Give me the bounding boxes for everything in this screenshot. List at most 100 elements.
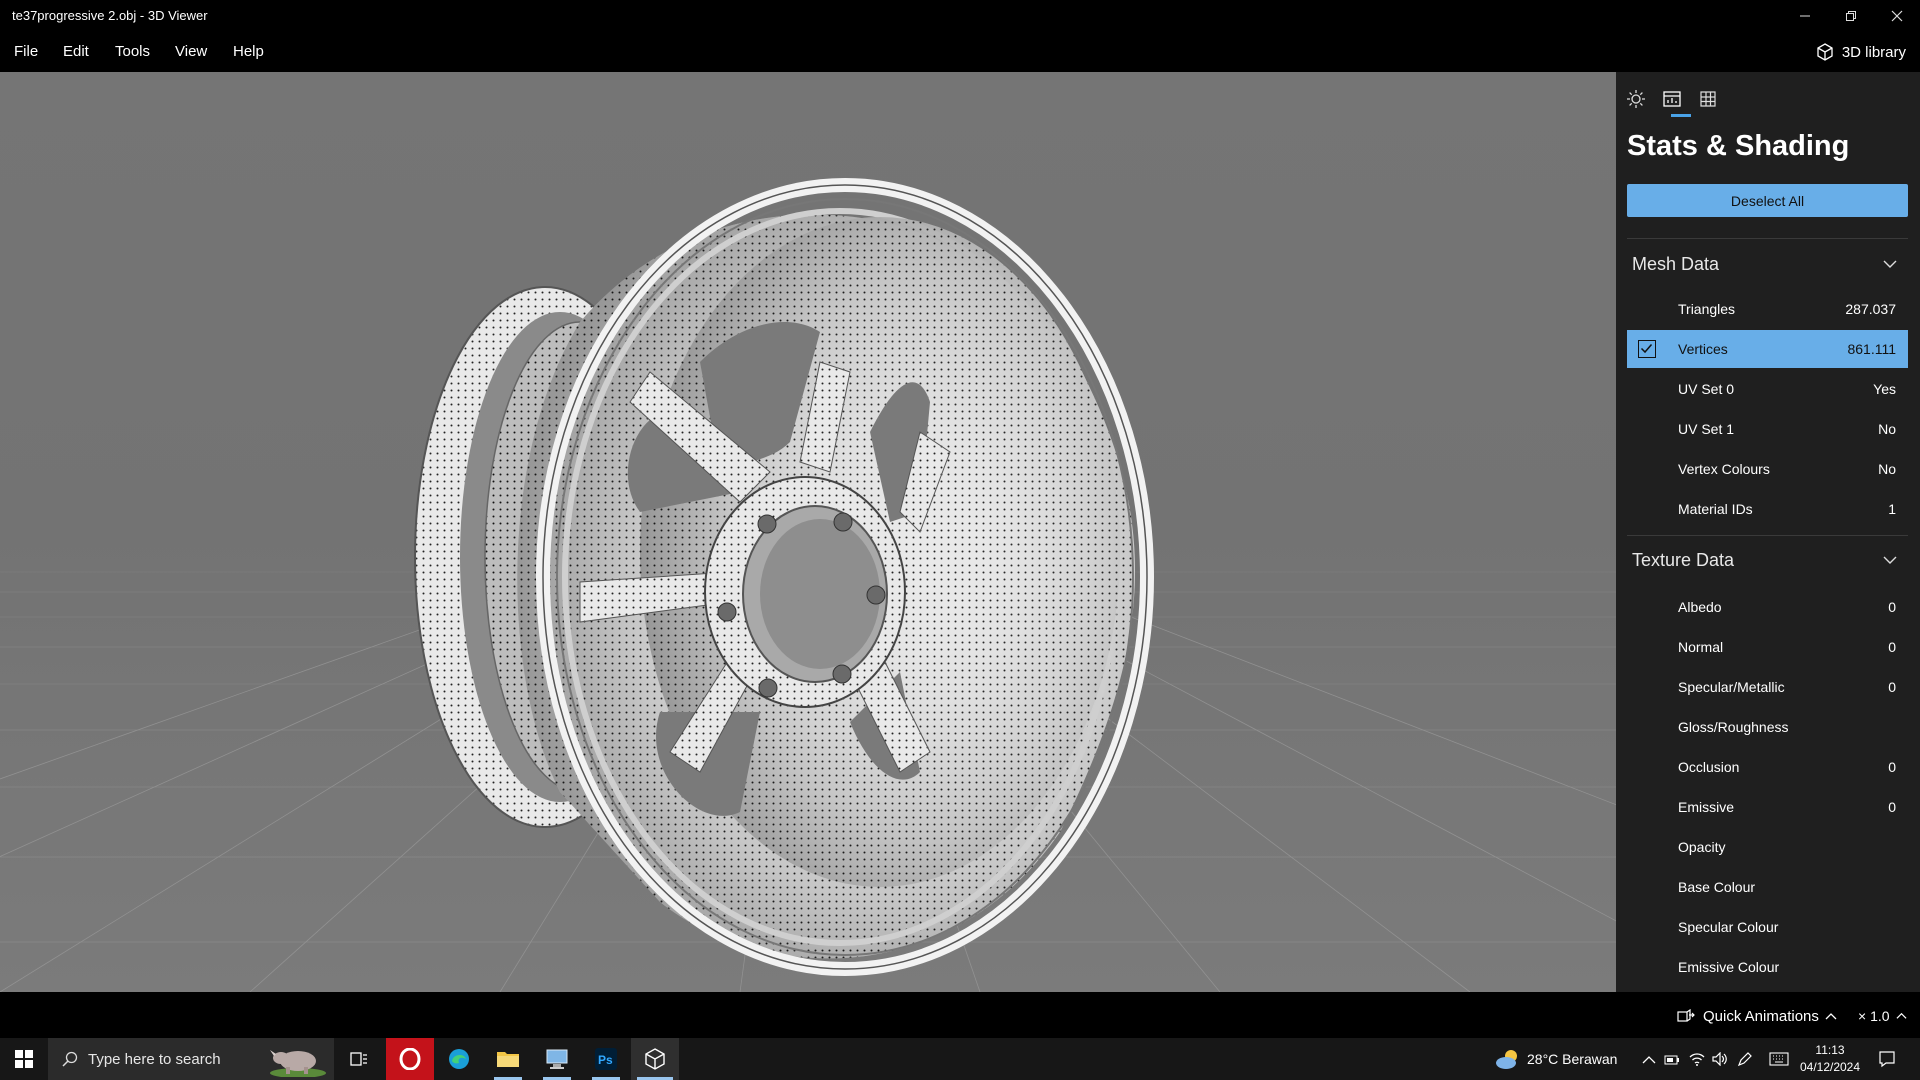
texture-row-specular-colour[interactable]: Specular Colour — [1627, 908, 1908, 946]
texture-row-specular-metallic[interactable]: Specular/Metallic 0 — [1627, 668, 1908, 706]
texture-row-emissive[interactable]: Emissive 0 — [1627, 788, 1908, 826]
windows-logo-icon — [15, 1050, 33, 1068]
taskbar-search-box[interactable]: Type here to search — [48, 1038, 334, 1080]
texture-data-header[interactable]: Texture Data — [1627, 542, 1908, 578]
opera-app-button[interactable] — [386, 1038, 434, 1080]
remote-desktop-button[interactable] — [533, 1038, 581, 1080]
row-value: 0 — [1888, 639, 1896, 655]
row-value: 0 — [1888, 679, 1896, 695]
wifi-icon[interactable] — [1689, 1052, 1705, 1066]
weather-cloud-icon — [1496, 1050, 1517, 1069]
menu-view[interactable]: View — [175, 43, 207, 60]
3d-library-button[interactable]: 3D library — [1815, 42, 1906, 62]
keyboard-icon[interactable] — [1769, 1052, 1789, 1066]
texture-row-occlusion[interactable]: Occlusion 0 — [1627, 748, 1908, 786]
chevron-down-icon — [1883, 556, 1897, 564]
edge-icon — [449, 1049, 469, 1069]
row-label: Vertex Colours — [1678, 461, 1770, 477]
pen-icon[interactable] — [1737, 1051, 1753, 1067]
cube-icon — [1817, 43, 1833, 61]
mesh-row-triangles[interactable]: Triangles 287.037 — [1627, 290, 1908, 328]
row-label: Normal — [1678, 639, 1724, 655]
speed-control[interactable]: × 1.0 — [1858, 1008, 1907, 1024]
tab-grid[interactable] — [1693, 84, 1723, 114]
menu-help[interactable]: Help — [233, 43, 264, 60]
mesh-row-uv-set-0[interactable]: UV Set 0 Yes — [1627, 370, 1908, 408]
texture-row-albedo[interactable]: Albedo 0 — [1627, 588, 1908, 626]
chevron-down-icon — [1883, 260, 1897, 268]
quick-animations-button[interactable]: Quick Animations — [1677, 1008, 1837, 1025]
svg-text:Ps: Ps — [598, 1053, 613, 1067]
row-label: Specular Colour — [1678, 919, 1779, 935]
mesh-row-vertices[interactable]: Vertices 861.111 — [1627, 330, 1908, 368]
menu-edit[interactable]: Edit — [63, 43, 89, 60]
vertices-checkbox[interactable] — [1638, 340, 1656, 358]
row-value: 287.037 — [1845, 301, 1896, 317]
speaker-icon[interactable] — [1712, 1052, 1728, 1066]
3d-viewer-app-button[interactable] — [631, 1038, 679, 1080]
divider — [1627, 535, 1908, 536]
battery-icon[interactable] — [1664, 1053, 1680, 1067]
tab-lighting[interactable] — [1621, 84, 1651, 114]
windows-taskbar: Type here to search Ps 28°C Berawan 11:1… — [0, 1038, 1920, 1080]
row-label: UV Set 1 — [1678, 421, 1735, 437]
mesh-data-title: Mesh Data — [1632, 253, 1720, 274]
row-label: UV Set 0 — [1678, 381, 1735, 397]
texture-row-emissive-colour[interactable]: Emissive Colour — [1627, 948, 1908, 986]
row-label: Specular/Metallic — [1678, 679, 1785, 695]
close-icon — [1891, 10, 1903, 21]
row-value: 1 — [1888, 501, 1896, 517]
chevron-up-icon[interactable] — [1642, 1055, 1656, 1065]
row-value: No — [1878, 421, 1896, 437]
restore-button[interactable] — [1828, 0, 1874, 31]
texture-row-gloss-roughness[interactable]: Gloss/Roughness — [1627, 708, 1908, 746]
row-label: Emissive Colour — [1678, 959, 1780, 975]
row-value: 0 — [1888, 799, 1896, 815]
task-view-button[interactable] — [335, 1038, 383, 1080]
stats-icon — [1663, 91, 1681, 107]
deselect-all-button[interactable]: Deselect All — [1627, 184, 1908, 217]
chevron-up-icon — [1825, 1012, 1837, 1019]
panel-title: Stats & Shading — [1627, 130, 1850, 162]
3d-library-label: 3D library — [1841, 43, 1906, 61]
quick-animations-label: Quick Animations — [1703, 1008, 1819, 1025]
sun-icon — [1627, 90, 1645, 108]
clock-time: 11:13 — [1815, 1043, 1845, 1057]
clock[interactable]: 11:13 04/12/2024 — [1798, 1042, 1862, 1076]
mesh-row-uv-set-1[interactable]: UV Set 1 No — [1627, 410, 1908, 448]
photoshop-icon: Ps — [595, 1048, 617, 1070]
row-label: Triangles — [1678, 301, 1736, 317]
mesh-row-vertex-colours[interactable]: Vertex Colours No — [1627, 450, 1908, 488]
row-label: Gloss/Roughness — [1678, 719, 1789, 735]
texture-row-base-colour[interactable]: Base Colour — [1627, 868, 1908, 906]
animation-icon — [1677, 1008, 1695, 1022]
search-icon — [62, 1051, 78, 1067]
tab-stats[interactable] — [1657, 84, 1687, 114]
weather-label[interactable]: 28°C Berawan — [1527, 1051, 1617, 1067]
mesh-row-material-ids[interactable]: Material IDs 1 — [1627, 490, 1908, 528]
task-view-icon — [350, 1052, 367, 1066]
row-label: Occlusion — [1678, 759, 1740, 775]
grid-icon — [1700, 91, 1716, 107]
row-label: Opacity — [1678, 839, 1726, 855]
menu-bar: File Edit Tools View Help 3D library — [0, 31, 1920, 72]
menu-tools[interactable]: Tools — [115, 43, 150, 60]
texture-row-normal[interactable]: Normal 0 — [1627, 628, 1908, 666]
title-bar: te37progressive 2.obj - 3D Viewer — [0, 0, 1920, 31]
minimize-button[interactable] — [1782, 0, 1828, 31]
rhino-illustration-icon — [270, 1050, 326, 1077]
3d-scene — [0, 178, 1616, 992]
file-explorer-button[interactable] — [484, 1038, 532, 1080]
notifications-icon[interactable] — [1878, 1050, 1896, 1068]
close-button[interactable] — [1874, 0, 1920, 31]
start-button[interactable] — [0, 1038, 48, 1080]
3d-viewport[interactable] — [0, 72, 1616, 992]
edge-app-button[interactable] — [435, 1038, 483, 1080]
texture-row-opacity[interactable]: Opacity — [1627, 828, 1908, 866]
menu-file[interactable]: File — [14, 43, 38, 60]
row-value: 0 — [1888, 599, 1896, 615]
window-title: te37progressive 2.obj - 3D Viewer — [12, 8, 208, 23]
mesh-data-header[interactable]: Mesh Data — [1627, 246, 1908, 282]
animation-bar: Quick Animations × 1.0 — [0, 992, 1920, 1038]
photoshop-app-button[interactable]: Ps — [582, 1038, 630, 1080]
